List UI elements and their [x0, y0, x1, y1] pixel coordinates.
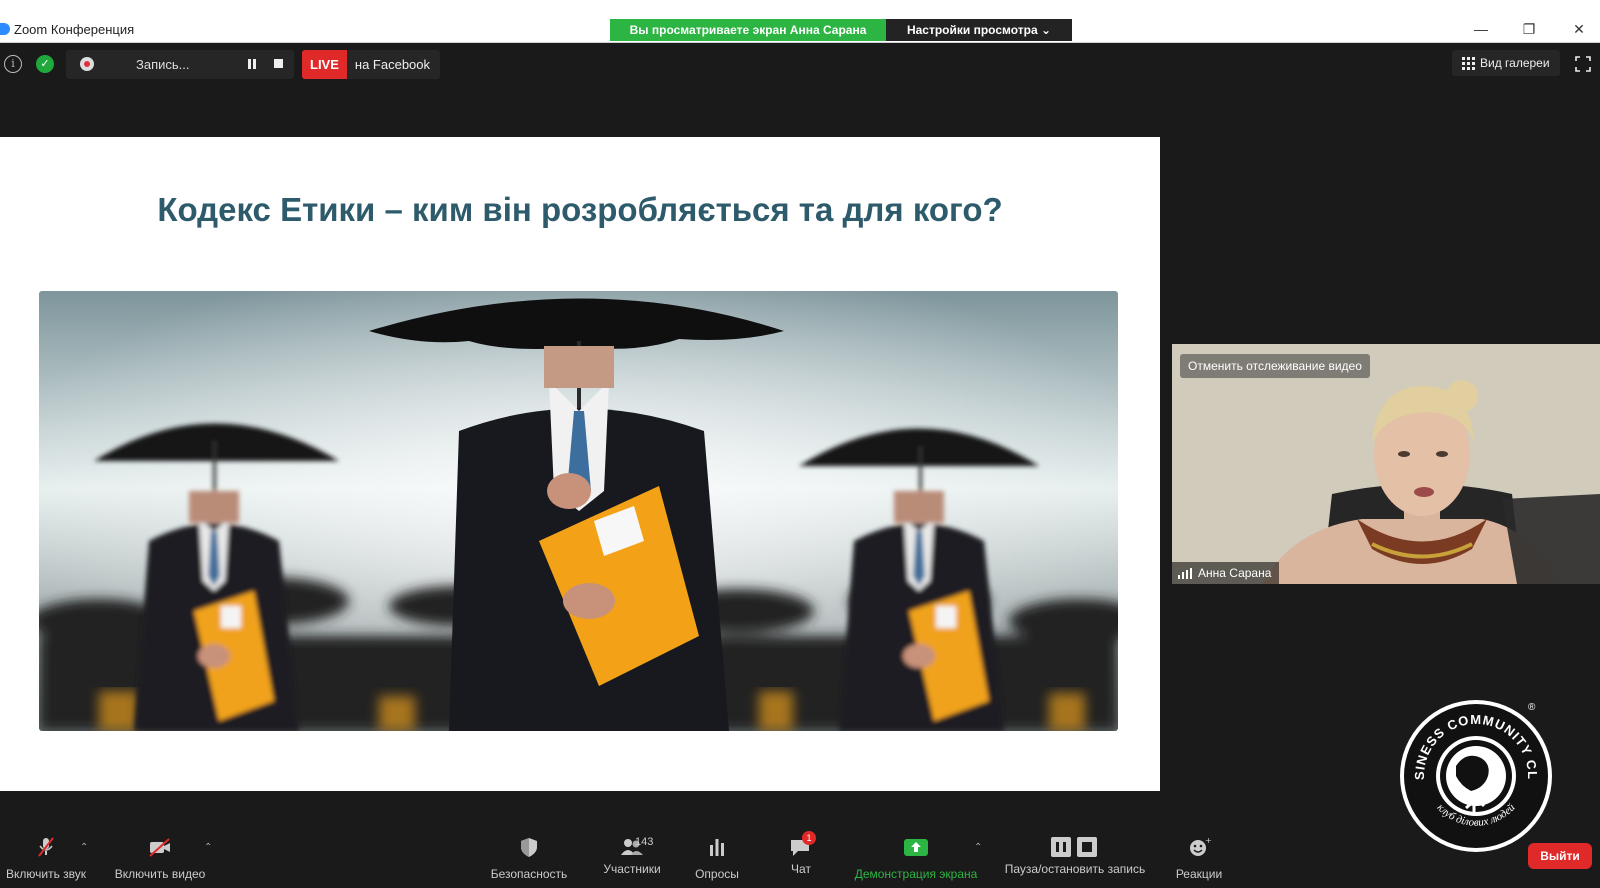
participants-button[interactable]: 143 Участники	[592, 832, 672, 888]
bar-chart-icon	[710, 839, 724, 856]
view-options-button[interactable]: Настройки просмотра ⌄	[886, 19, 1072, 41]
gallery-view-button[interactable]: Вид галереи	[1452, 50, 1560, 76]
slide-title: Кодекс Етики – ким він розробляється та …	[157, 191, 1003, 228]
chat-label: Чат	[791, 862, 811, 876]
video-off-icon	[149, 838, 170, 857]
gallery-view-label: Вид галереи	[1480, 56, 1550, 70]
record-dot-icon	[80, 57, 94, 71]
leave-meeting-button[interactable]: Выйти	[1528, 843, 1592, 869]
grid-icon	[1462, 57, 1475, 70]
recording-label: Запись...	[136, 57, 190, 72]
muted-mic-icon	[38, 837, 54, 857]
title-bar: Zoom Конференция Вы просматриваете экран…	[0, 0, 1600, 43]
participants-count: 143	[635, 836, 654, 848]
pause-icon	[1051, 837, 1071, 857]
share-screen-icon	[904, 839, 928, 856]
audio-options-chevron-icon[interactable]: ⌃	[80, 842, 88, 853]
reactions-label: Реакции	[1175, 867, 1223, 881]
live-stream-indicator[interactable]: LIVE на Facebook	[302, 50, 441, 79]
info-icon[interactable]: i	[4, 55, 22, 73]
signal-strength-icon	[1178, 567, 1192, 579]
svg-text:+: +	[1205, 836, 1212, 845]
chat-icon-group: 1	[788, 831, 816, 858]
pause-stop-recording-label: Пауза/остановить запись	[1004, 862, 1146, 876]
security-button[interactable]: Безопасность	[486, 832, 572, 888]
polls-button[interactable]: Опросы	[688, 832, 746, 888]
participants-label: Участники	[603, 862, 661, 876]
participant-name-tag: Анна Сарана	[1172, 562, 1280, 584]
polls-label: Опросы	[695, 867, 739, 881]
recording-indicator: Запись...	[66, 50, 294, 79]
pause-recording-icon[interactable]	[246, 58, 258, 70]
start-video-button[interactable]: Включить видео	[108, 832, 212, 888]
chat-button[interactable]: 1 Чат	[776, 831, 826, 888]
share-screen-label: Демонстрация экрана	[854, 867, 978, 881]
unmute-button[interactable]: Включить звук	[0, 832, 92, 888]
share-screen-button[interactable]: Демонстрация экрана	[848, 832, 984, 888]
pause-stop-recording-button[interactable]: Пауза/остановить запись	[998, 832, 1152, 888]
participants-icon-group: 143	[605, 836, 659, 858]
slide-photo	[39, 291, 1118, 731]
stop-recording-icon[interactable]	[274, 59, 283, 68]
share-options-chevron-icon[interactable]: ⌃	[974, 842, 982, 853]
stop-icon	[1077, 837, 1097, 857]
chat-unread-badge: 1	[802, 831, 816, 845]
live-badge: LIVE	[302, 50, 347, 79]
shared-screen: Кодекс Етики – ким він розробляється та …	[0, 137, 1160, 791]
security-label: Безопасность	[490, 867, 568, 881]
video-options-chevron-icon[interactable]: ⌃	[204, 842, 212, 853]
shield-icon	[521, 838, 537, 857]
window-title: Zoom Конференция	[14, 22, 135, 37]
unmute-label: Включить звук	[5, 867, 87, 881]
encryption-shield-icon[interactable]: ✓	[36, 55, 54, 73]
share-banner-text: Вы просматриваете экран Анна Сарана	[610, 19, 886, 41]
unpin-video-button[interactable]: Отменить отслеживание видео	[1180, 354, 1370, 378]
participant-video[interactable]: Отменить отслеживание видео Анна Сарана	[1172, 344, 1600, 584]
share-banner: Вы просматриваете экран Анна Сарана Наст…	[610, 19, 1072, 41]
minimize-icon[interactable]: —	[1466, 19, 1496, 39]
zoom-app-icon	[0, 23, 10, 35]
fullscreen-icon[interactable]	[1575, 56, 1591, 72]
start-video-label: Включить видео	[114, 867, 206, 881]
smiley-icon: +	[1190, 836, 1212, 856]
zoom-window: Zoom Конференция Вы просматриваете экран…	[0, 0, 1600, 888]
reactions-button[interactable]: + Реакции	[1168, 832, 1230, 888]
logo-registered-mark: ®	[1528, 702, 1536, 713]
recording-controls-icon-group	[1050, 836, 1100, 858]
restore-icon[interactable]: ❐	[1514, 19, 1544, 39]
live-target: на Facebook	[354, 57, 431, 72]
business-community-club-logo: BUSINESS COMMUNITY CLUB клуб ділових люд…	[1396, 696, 1552, 852]
participant-name: Анна Сарана	[1198, 566, 1272, 580]
close-icon[interactable]: ✕	[1564, 19, 1594, 39]
